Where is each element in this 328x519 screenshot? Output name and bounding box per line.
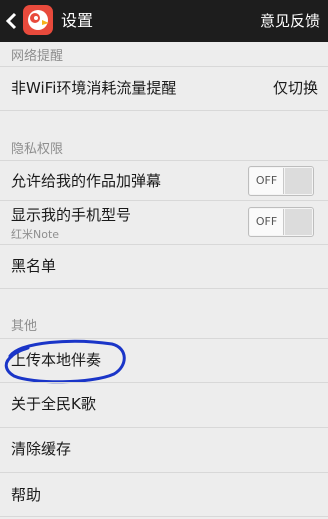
danmu-toggle[interactable]: OFF	[248, 166, 314, 196]
section-header-privacy: 隐私权限	[11, 142, 64, 157]
back-arrow-icon[interactable]	[3, 10, 21, 32]
divider	[0, 516, 328, 517]
page-title: 设置	[61, 11, 94, 30]
title-bar: 设置 意见反馈	[0, 0, 328, 42]
about-item[interactable]: 关于全民K歌	[11, 394, 96, 414]
divider	[0, 472, 328, 473]
divider	[0, 427, 328, 428]
feedback-button[interactable]: 意见反馈	[260, 11, 320, 31]
help-item[interactable]: 帮助	[11, 485, 41, 505]
section-header-network: 网络提醒	[11, 49, 64, 64]
toggle-track	[285, 168, 312, 194]
divider	[0, 288, 328, 289]
divider	[0, 382, 328, 383]
divider	[0, 200, 328, 201]
toggle-track	[285, 209, 312, 235]
phone-model-sub: 红米Note	[11, 228, 60, 241]
toggle-state-label: OFF	[250, 168, 284, 194]
wifi-reminder-value[interactable]: 仅切换	[273, 78, 318, 98]
divider	[0, 110, 328, 111]
phone-model-label: 显示我的手机型号	[11, 206, 132, 224]
toggle-state-label: OFF	[250, 209, 284, 235]
hand-drawn-circle-annotation	[4, 339, 126, 384]
divider	[0, 244, 328, 245]
clear-cache-item[interactable]: 清除缓存	[11, 439, 71, 459]
danmu-permission-label: 允许给我的作品加弹幕	[11, 172, 162, 190]
divider	[0, 160, 328, 161]
wifi-reminder-label: 非WiFi环境消耗流量提醒	[11, 79, 177, 97]
section-header-other: 其他	[11, 319, 38, 334]
app-logo-icon	[23, 5, 53, 35]
phone-model-toggle[interactable]: OFF	[248, 207, 314, 237]
divider	[0, 66, 328, 67]
blacklist-item[interactable]: 黑名单	[11, 256, 56, 276]
